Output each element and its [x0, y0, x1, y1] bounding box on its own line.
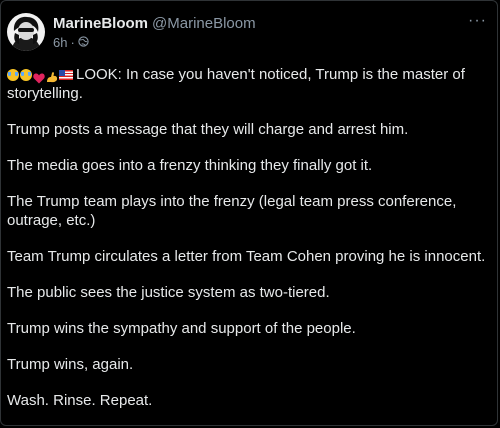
heart-emoji-icon: [33, 70, 45, 83]
post-paragraph: Trump wins, again.: [7, 356, 134, 373]
post-paragraph: LOOK: In case you haven't noticed, Trump…: [7, 65, 489, 103]
post-paragraph: The media goes into a frenzy thinking th…: [7, 157, 373, 174]
post-text: LOOK: In case you haven't noticed, Trump…: [7, 65, 489, 425]
post-header: MarineBloom @MarineBloom 6h · ···: [7, 13, 487, 57]
emoji-group: [7, 69, 73, 83]
audience-globe-icon: [78, 35, 89, 51]
author-line: MarineBloom @MarineBloom: [53, 15, 256, 33]
meta-separator: ·: [70, 35, 75, 50]
post-paragraph: Wash. Rinse. Repeat.: [7, 392, 153, 409]
post-paragraph-text: LOOK: In case you haven't noticed, Trump…: [7, 66, 465, 102]
flexed-biceps-emoji-icon: [46, 69, 58, 83]
post-paragraph: The public sees the justice system as tw…: [7, 284, 330, 301]
author-display-name[interactable]: MarineBloom: [53, 15, 148, 32]
more-options-icon[interactable]: ···: [468, 13, 487, 29]
author-handle[interactable]: @MarineBloom: [152, 15, 256, 32]
post-paragraph: Trump posts a message that they will cha…: [7, 121, 409, 138]
post-paragraph: The Trump team plays into the frenzy (le…: [7, 193, 457, 229]
joy-emoji-icon: [7, 69, 19, 81]
avatar[interactable]: [7, 13, 45, 51]
post-card: MarineBloom @MarineBloom 6h · ··· LOOK: …: [0, 0, 498, 426]
post-paragraph: Trump wins the sympathy and support of t…: [7, 320, 356, 337]
post-paragraph: Team Trump circulates a letter from Team…: [7, 248, 486, 265]
post-timestamp[interactable]: 6h: [53, 35, 67, 51]
us-flag-emoji-icon: [59, 70, 73, 80]
avatar-image: [7, 13, 45, 51]
joy-emoji-icon: [20, 69, 32, 81]
post-submeta: 6h ·: [53, 35, 89, 51]
